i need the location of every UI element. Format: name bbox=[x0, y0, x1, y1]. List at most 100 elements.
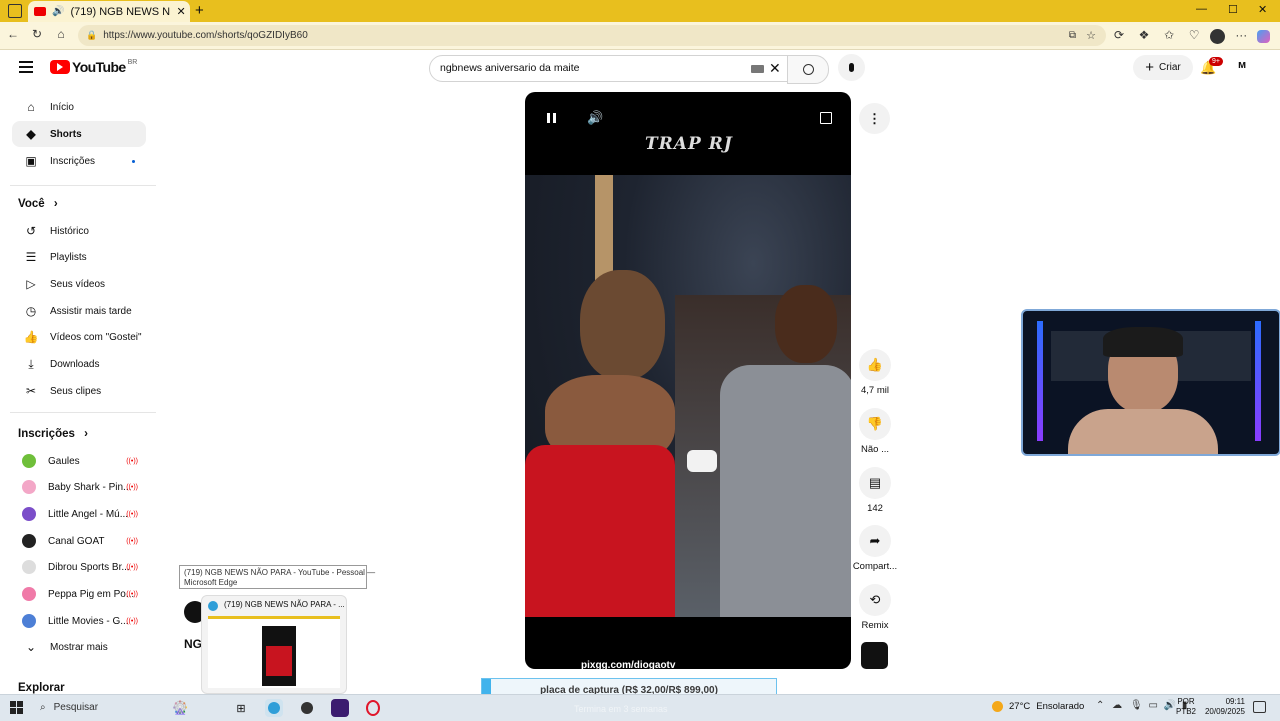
more-actions-button[interactable]: ⋮ bbox=[859, 103, 890, 134]
divider bbox=[10, 412, 156, 413]
sidebar-item-watch-later[interactable]: ◷ Assistir mais tarde bbox=[12, 298, 146, 324]
create-button[interactable]: + Criar bbox=[1133, 55, 1193, 80]
notification-center-icon[interactable] bbox=[1253, 701, 1266, 713]
video-watermark: TRAP RJ bbox=[645, 134, 733, 154]
notifications-button[interactable]: 🔔 9+ bbox=[1200, 57, 1223, 77]
hamburger-menu-icon[interactable] bbox=[19, 61, 33, 73]
channel-avatar bbox=[22, 454, 36, 468]
volume-icon[interactable]: 🔊 bbox=[587, 110, 603, 126]
notification-badge: 9+ bbox=[1209, 57, 1223, 66]
subscription-item[interactable]: Gaules ((•)) bbox=[12, 448, 146, 474]
search-input[interactable]: ngbnews aniversario da maite ✕ bbox=[429, 55, 789, 82]
new-tab-button[interactable]: + bbox=[195, 2, 204, 19]
show-more-button[interactable]: ⌄ Mostrar mais bbox=[12, 634, 146, 660]
collections-icon[interactable]: ❖ bbox=[1135, 28, 1153, 42]
opera-taskbar-icon[interactable] bbox=[364, 699, 382, 717]
webcam-overlay bbox=[1021, 309, 1280, 456]
comments-button[interactable]: ▤ bbox=[859, 467, 891, 499]
favorites-icon[interactable]: ✩ bbox=[1160, 28, 1178, 42]
share-icon: ➦ bbox=[869, 533, 881, 548]
pause-icon[interactable] bbox=[547, 113, 556, 123]
sidebar-item-label: Início bbox=[50, 101, 74, 113]
network-icon[interactable]: ▭ bbox=[1148, 700, 1157, 711]
edge-taskbar-icon[interactable] bbox=[265, 699, 283, 717]
thumbs-up-icon: 👍 bbox=[866, 357, 884, 372]
purple-app-taskbar-icon[interactable] bbox=[331, 699, 349, 717]
sidebar-item-downloads[interactable]: ⤓ Downloads bbox=[12, 351, 146, 377]
remix-button[interactable]: ⟲ bbox=[859, 584, 891, 616]
start-button[interactable] bbox=[10, 701, 23, 714]
sidebar-item-liked-videos[interactable]: 👍 Vídeos com "Gostei" bbox=[12, 324, 146, 350]
channel-avatar bbox=[22, 507, 36, 521]
language-indicator[interactable]: POR PTB2 bbox=[1176, 697, 1196, 717]
subscriptions-section-title[interactable]: Inscrições › bbox=[18, 428, 88, 440]
heart-icon[interactable]: ♡ bbox=[1185, 28, 1203, 42]
extension-icon[interactable]: ⟳ bbox=[1110, 28, 1128, 42]
weather-widget[interactable]: 27°C Ensolarado bbox=[992, 701, 1084, 712]
more-options-icon[interactable]: ··· bbox=[1232, 28, 1250, 42]
sidebar-item-label: Seus clipes bbox=[50, 385, 102, 397]
copilot-icon[interactable] bbox=[1257, 29, 1271, 43]
sidebar-item-clips[interactable]: ✂ Seus clipes bbox=[12, 378, 146, 404]
subscription-item[interactable]: Dibrou Sports Br... ((•)) bbox=[12, 554, 146, 580]
live-icon: ((•)) bbox=[126, 590, 138, 598]
video-frame bbox=[525, 175, 851, 617]
your-videos-icon: ▷ bbox=[26, 277, 36, 291]
sidebar-item-home[interactable]: ⌂ Início bbox=[12, 94, 146, 120]
sound-thumbnail[interactable] bbox=[861, 642, 888, 669]
region-code: BR bbox=[127, 58, 138, 66]
taskbar-window-preview[interactable]: (719) NGB NEWS NÃO PARA - ... bbox=[201, 595, 347, 694]
minimize-button[interactable]: — bbox=[1196, 3, 1207, 15]
close-window-button[interactable]: ✕ bbox=[1258, 3, 1267, 16]
volume-tray-icon[interactable]: 🔊 bbox=[1164, 700, 1176, 711]
search-icon bbox=[802, 64, 814, 75]
shorts-video-player[interactable]: 🔊 TRAP RJ pixgg.com/diogaotv bbox=[525, 92, 851, 669]
chevron-up-icon[interactable]: ⌃ bbox=[1096, 700, 1104, 711]
speaker-icon[interactable]: 🔊 bbox=[52, 6, 64, 17]
share-button[interactable]: ➦ bbox=[859, 525, 891, 557]
app-taskbar-icon[interactable] bbox=[298, 699, 316, 717]
subscription-item[interactable]: Little Movies - G... ((•)) bbox=[12, 608, 146, 634]
favorite-star-icon[interactable]: ☆ bbox=[1086, 29, 1096, 42]
you-section-title[interactable]: Você › bbox=[18, 198, 58, 210]
show-more-label: Mostrar mais bbox=[50, 641, 108, 653]
browser-tab[interactable]: 🔊 (719) NGB NEWS NÃO PARA ✕ bbox=[28, 1, 190, 22]
subscription-item[interactable]: Little Angel - Mú... ((•)) bbox=[12, 501, 146, 527]
webcam-lights-left bbox=[1037, 321, 1043, 441]
sidebar-item-history[interactable]: ↺ Histórico bbox=[12, 218, 146, 244]
sidebar-item-shorts[interactable]: ◆ Shorts bbox=[12, 121, 146, 147]
fullscreen-icon[interactable] bbox=[820, 112, 832, 124]
task-view-icon[interactable]: ⊞ bbox=[232, 699, 250, 717]
clock[interactable]: 09:11 20/09/2025 bbox=[1199, 697, 1245, 717]
youtube-logo[interactable]: YouTube BR bbox=[50, 59, 137, 75]
keyboard-icon[interactable] bbox=[751, 65, 764, 73]
sidebar-item-label: Downloads bbox=[50, 358, 100, 370]
home-browser-icon[interactable]: ⌂ bbox=[52, 27, 70, 41]
like-button[interactable]: 👍 bbox=[859, 349, 891, 381]
clear-search-icon[interactable]: ✕ bbox=[769, 60, 781, 77]
back-icon[interactable]: ← bbox=[4, 27, 22, 41]
open-app-icon[interactable]: ⧉ bbox=[1069, 30, 1076, 41]
voice-search-button[interactable] bbox=[838, 54, 865, 81]
refresh-icon[interactable]: ↻ bbox=[28, 27, 46, 41]
address-bar[interactable]: 🔒 https://www.youtube.com/shorts/qoGZIDI… bbox=[78, 25, 1106, 46]
cloud-icon[interactable]: ☁ bbox=[1112, 700, 1122, 711]
window-menu-icon[interactable] bbox=[8, 4, 22, 18]
subscription-item[interactable]: Canal GOAT ((•)) bbox=[12, 528, 146, 554]
sidebar-item-subscriptions[interactable]: ▣ Inscrições bbox=[12, 148, 146, 174]
search-button[interactable] bbox=[787, 55, 829, 84]
account-avatar[interactable]: ᴍ bbox=[1238, 59, 1254, 75]
subscription-item[interactable]: Peppa Pig em Po... ((•)) bbox=[12, 581, 146, 607]
microphone-tray-icon[interactable]: 🎙 bbox=[1130, 700, 1143, 711]
sidebar-item-label: Inscrições bbox=[50, 155, 96, 167]
maximize-button[interactable]: ☐ bbox=[1228, 3, 1238, 16]
channel-avatar bbox=[22, 560, 36, 574]
profile-avatar[interactable] bbox=[1210, 28, 1226, 44]
taskbar-search[interactable]: ⌕ Pesquisar 🎡 bbox=[34, 697, 220, 718]
sidebar-item-playlists[interactable]: ☰ Playlists bbox=[12, 244, 146, 270]
tab-close-icon[interactable]: ✕ bbox=[176, 5, 185, 18]
subscription-item[interactable]: Baby Shark - Pin... ((•)) bbox=[12, 474, 146, 500]
sidebar-item-your-videos[interactable]: ▷ Seus vídeos bbox=[12, 271, 146, 297]
channel-name: Little Angel - Mú... bbox=[48, 508, 129, 520]
dislike-button[interactable]: 👎 bbox=[859, 408, 891, 440]
